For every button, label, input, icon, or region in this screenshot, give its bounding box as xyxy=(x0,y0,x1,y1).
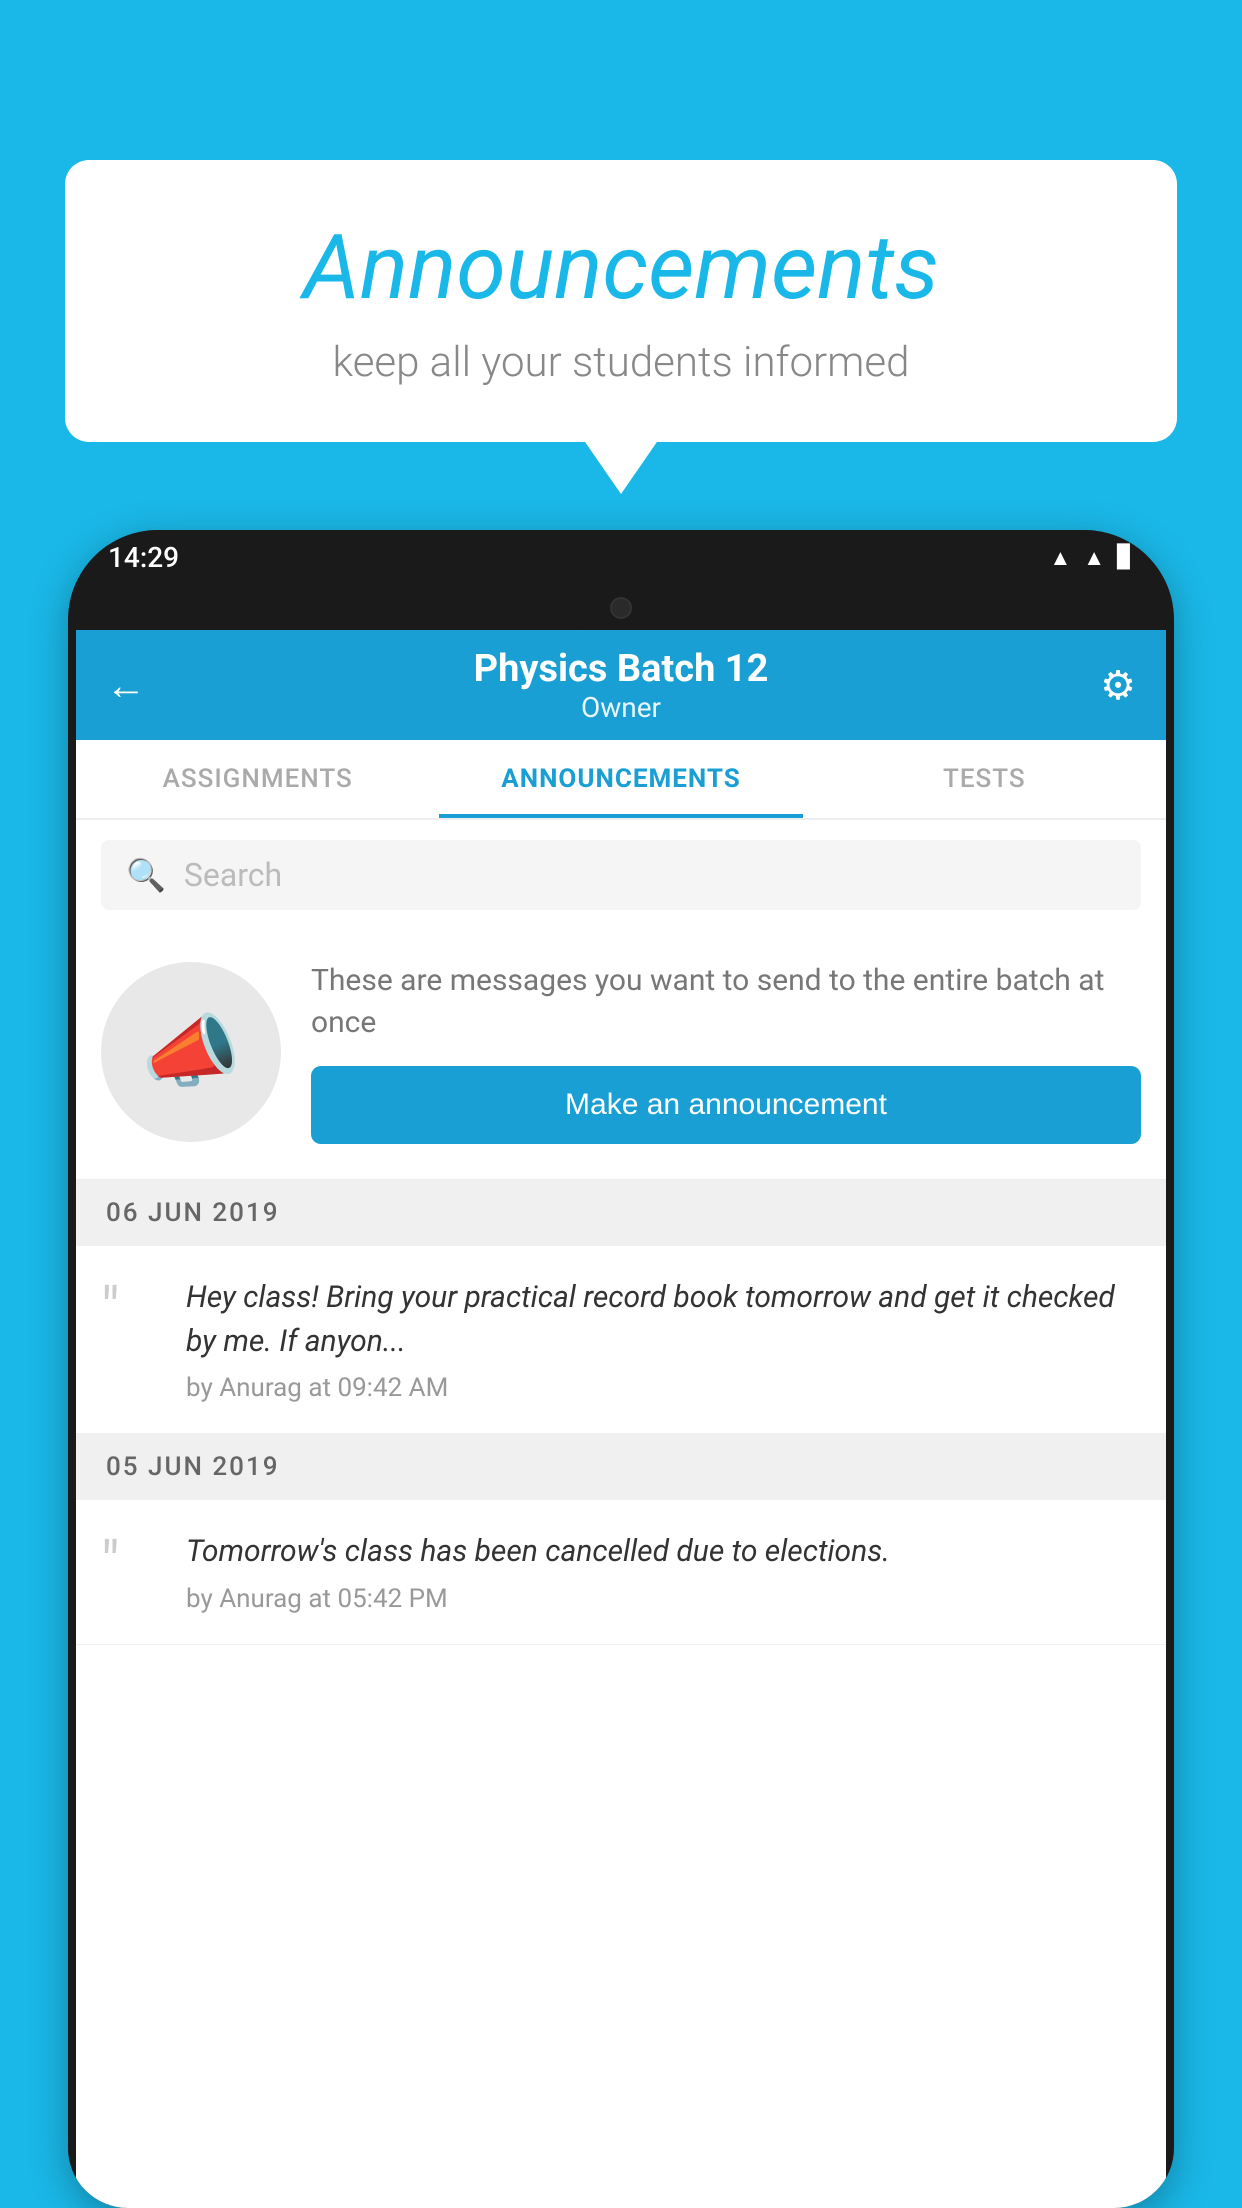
search-container: 🔍 Search xyxy=(76,820,1166,930)
tab-announcements[interactable]: ANNOUNCEMENTS xyxy=(439,740,802,818)
toolbar-subtitle: Owner xyxy=(166,691,1076,724)
tab-tests[interactable]: TESTS xyxy=(803,740,1166,818)
announcement-author-2: by Anurag at 05:42 PM xyxy=(186,1584,1141,1614)
toolbar-title-area: Physics Batch 12 Owner xyxy=(166,647,1076,724)
make-announcement-button[interactable]: Make an announcement xyxy=(311,1066,1141,1144)
megaphone-icon: 📣 xyxy=(141,1005,241,1099)
announcement-cta-section: 📣 These are messages you want to send to… xyxy=(76,930,1166,1180)
announcement-message-1: Hey class! Bring your practical record b… xyxy=(186,1276,1141,1363)
search-placeholder: Search xyxy=(184,856,282,894)
date-divider-june5: 05 JUN 2019 xyxy=(76,1434,1166,1500)
date-divider-june6: 06 JUN 2019 xyxy=(76,1180,1166,1246)
bubble-title: Announcements xyxy=(125,215,1117,320)
date-label-june6: 06 JUN 2019 xyxy=(106,1198,280,1228)
toolbar-title: Physics Batch 12 xyxy=(166,647,1076,691)
settings-button[interactable]: ⚙ xyxy=(1076,662,1136,709)
tab-assignments[interactable]: ASSIGNMENTS xyxy=(76,740,439,818)
back-button[interactable]: ← xyxy=(106,662,166,709)
signal-icon: ▲ xyxy=(1083,545,1105,571)
announcement-item-1[interactable]: " Hey class! Bring your practical record… xyxy=(76,1246,1166,1434)
camera-dot xyxy=(610,597,632,619)
search-icon: 🔍 xyxy=(126,856,166,894)
speech-bubble-container: Announcements keep all your students inf… xyxy=(65,160,1177,442)
announcement-cta-right: These are messages you want to send to t… xyxy=(311,960,1141,1144)
app-content: ← Physics Batch 12 Owner ⚙ ASSIGNMENTS A… xyxy=(76,630,1166,2208)
scroll-content: 🔍 Search 📣 These are messages you want t… xyxy=(76,820,1166,2138)
announcement-message-2: Tomorrow's class has been cancelled due … xyxy=(186,1530,1141,1574)
announcement-text-2: Tomorrow's class has been cancelled due … xyxy=(186,1530,1141,1614)
tabs-bar: ASSIGNMENTS ANNOUNCEMENTS TESTS xyxy=(76,740,1166,820)
phone-bezel: 14:29 ▲ ▲ ▊ xyxy=(68,530,1174,630)
quote-icon-1: " xyxy=(101,1281,161,1339)
date-label-june5: 05 JUN 2019 xyxy=(106,1452,280,1482)
announcement-item-2[interactable]: " Tomorrow's class has been cancelled du… xyxy=(76,1500,1166,1645)
battery-icon: ▊ xyxy=(1117,545,1134,570)
announcement-icon-circle: 📣 xyxy=(101,962,281,1142)
announcement-author-1: by Anurag at 09:42 AM xyxy=(186,1373,1141,1403)
phone-frame: 14:29 ▲ ▲ ▊ ← Physics Batch 12 Owner ⚙ A… xyxy=(68,530,1174,2208)
quote-icon-2: " xyxy=(101,1535,161,1593)
app-toolbar: ← Physics Batch 12 Owner ⚙ xyxy=(76,630,1166,740)
status-icons: ▲ ▲ ▊ xyxy=(1050,545,1134,571)
wifi-icon: ▲ xyxy=(1050,545,1072,571)
search-bar[interactable]: 🔍 Search xyxy=(101,840,1141,910)
speech-bubble: Announcements keep all your students inf… xyxy=(65,160,1177,442)
phone-notch xyxy=(561,585,681,630)
status-time: 14:29 xyxy=(108,541,179,574)
status-bar: 14:29 ▲ ▲ ▊ xyxy=(68,530,1174,585)
announcement-cta-description: These are messages you want to send to t… xyxy=(311,960,1141,1044)
announcement-text-1: Hey class! Bring your practical record b… xyxy=(186,1276,1141,1403)
bubble-subtitle: keep all your students informed xyxy=(125,338,1117,387)
